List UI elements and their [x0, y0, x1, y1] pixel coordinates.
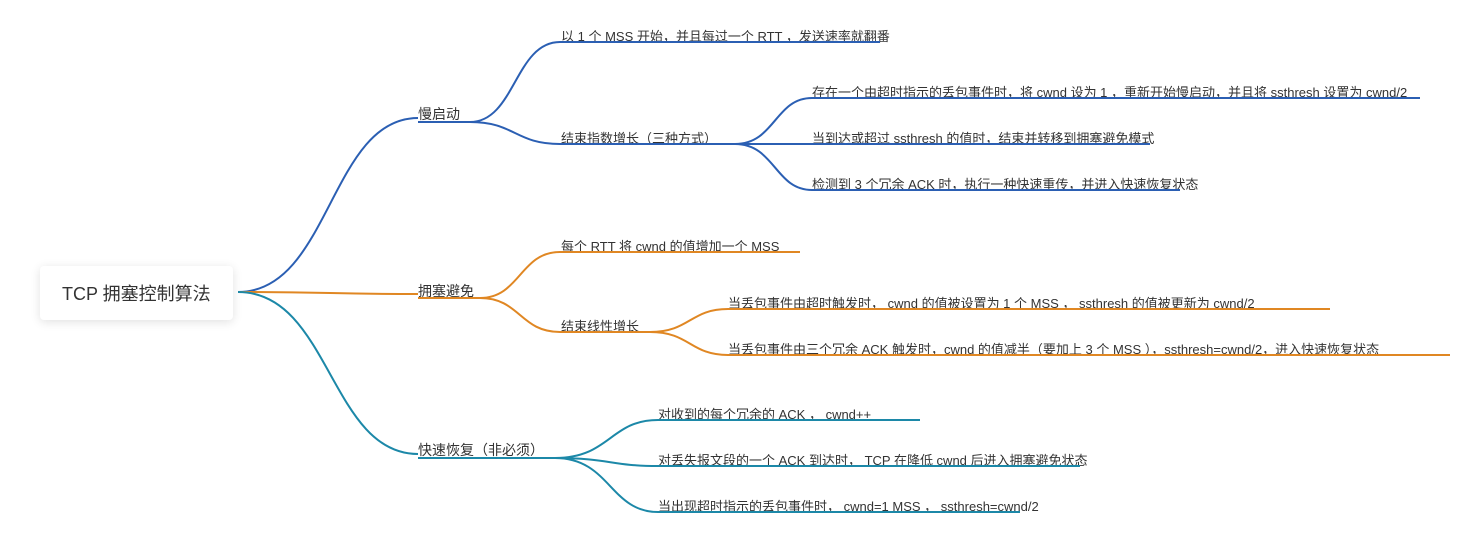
- node-av-1[interactable]: 每个 RTT 将 cwnd 的值增加一个 MSS: [561, 236, 779, 255]
- branch-slowstart[interactable]: 慢启动: [418, 104, 460, 124]
- node-ss-1[interactable]: 以 1 个 MSS 开始，并且每过一个 RTT ，发送速率就翻番: [561, 26, 890, 45]
- node-ss-end-1[interactable]: 存在一个由超时指示的丢包事件时，将 cwnd 设为 1 ，重新开始慢启动，并且将…: [812, 82, 1407, 101]
- node-av-end-2[interactable]: 当丢包事件由三个冗余 ACK 触发时，cwnd 的值减半（要加上 3 个 MSS…: [728, 339, 1379, 358]
- node-rc-1[interactable]: 对收到的每个冗余的 ACK ， cwnd++: [658, 404, 871, 423]
- node-ss-end[interactable]: 结束指数增长（三种方式）: [561, 128, 717, 147]
- node-av-end[interactable]: 结束线性增长: [561, 316, 639, 335]
- branch-recover[interactable]: 快速恢复（非必须）: [418, 440, 544, 460]
- node-ss-end-2[interactable]: 当到达或超过 ssthresh 的值时，结束并转移到拥塞避免模式: [812, 128, 1154, 147]
- branch-avoid[interactable]: 拥塞避免: [418, 281, 474, 301]
- node-ss-end-3[interactable]: 检测到 3 个冗余 ACK 时，执行一种快速重传，并进入快速恢复状态: [812, 174, 1198, 193]
- node-rc-3[interactable]: 当出现超时指示的丢包事件时， cwnd=1 MSS ， ssthresh=cwn…: [658, 496, 1039, 515]
- root-node[interactable]: TCP 拥塞控制算法: [40, 266, 233, 320]
- root-label: TCP 拥塞控制算法: [62, 284, 211, 304]
- node-av-end-1[interactable]: 当丢包事件由超时触发时， cwnd 的值被设置为 1 个 MSS ， ssthr…: [728, 293, 1255, 312]
- node-rc-2[interactable]: 对丢失报文段的一个 ACK 到达时， TCP 在降低 cwnd 后进入拥塞避免状…: [658, 450, 1088, 469]
